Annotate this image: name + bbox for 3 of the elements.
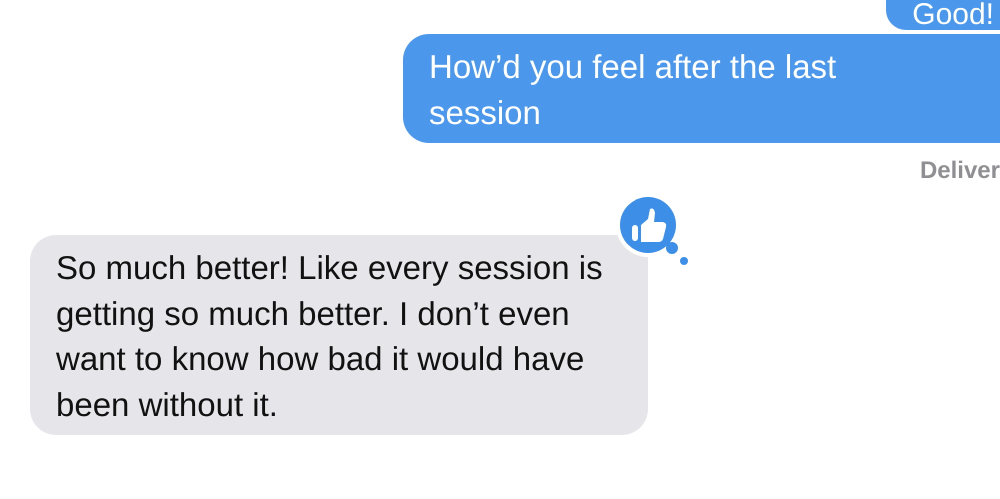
message-bubble: Good! bbox=[886, 0, 1000, 30]
message-bubble: How’d you feel after the last session bbox=[403, 34, 1000, 143]
delivery-status: Deliver bbox=[920, 157, 1000, 185]
